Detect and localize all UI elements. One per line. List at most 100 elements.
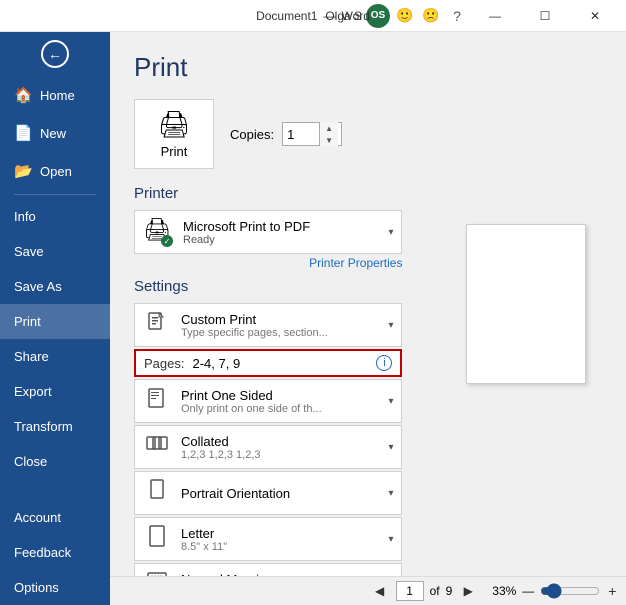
- settings-row-margins[interactable]: Normal Margins Top: 0.98" Bottom: 0.98" …: [134, 563, 402, 576]
- main-layout: ← 🏠 Home 📄 New 📂 Open Info Save Save As …: [0, 32, 626, 605]
- page-of-label: of: [430, 584, 440, 598]
- print-sided-sub: Only print on one side of th...: [181, 403, 378, 415]
- minimize-button[interactable]: —: [472, 0, 518, 32]
- sidebar-item-options[interactable]: Options: [0, 570, 110, 605]
- pages-label: Pages:: [144, 356, 184, 371]
- collated-icon: [143, 432, 171, 462]
- emoji-smile-icon[interactable]: 🙂: [394, 5, 416, 27]
- sidebar-label-new: New: [40, 126, 66, 141]
- custom-print-text: Custom Print Type specific pages, sectio…: [181, 312, 378, 339]
- sidebar-item-print[interactable]: Print: [0, 304, 110, 339]
- custom-print-dropdown[interactable]: ▾: [388, 320, 393, 331]
- print-sided-dropdown[interactable]: ▾: [388, 396, 393, 407]
- orientation-icon: [143, 478, 171, 508]
- total-pages: 9: [446, 584, 453, 598]
- copies-increment[interactable]: ▲: [320, 122, 338, 134]
- sidebar: ← 🏠 Home 📄 New 📂 Open Info Save Save As …: [0, 32, 110, 605]
- paper-size-icon: [143, 524, 171, 554]
- print-sided-text: Print One Sided Only print on one side o…: [181, 388, 378, 415]
- page-title: Print: [134, 52, 402, 83]
- printer-properties-link[interactable]: Printer Properties: [134, 256, 402, 270]
- sidebar-label-home: Home: [40, 88, 75, 103]
- content-area: Print 🖨 Print Copies: ▲ ▼: [110, 32, 426, 576]
- settings-row-collated[interactable]: Collated 1,2,3 1,2,3 1,2,3 ▾: [134, 425, 402, 469]
- printer-check-badge: ✓: [161, 235, 173, 247]
- printer-section-label: Printer: [134, 185, 402, 202]
- sidebar-item-close[interactable]: Close: [0, 444, 110, 479]
- sidebar-item-transform[interactable]: Transform: [0, 409, 110, 444]
- sidebar-item-home[interactable]: 🏠 Home: [0, 76, 110, 114]
- back-button[interactable]: ←: [0, 32, 110, 76]
- right-panel: Print 🖨 Print Copies: ▲ ▼: [110, 32, 626, 605]
- copies-area: Copies: ▲ ▼: [230, 122, 342, 146]
- settings-row-print-sided[interactable]: Print One Sided Only print on one side o…: [134, 379, 402, 423]
- pages-input[interactable]: [192, 356, 368, 371]
- sidebar-item-save[interactable]: Save: [0, 234, 110, 269]
- paper-size-main: Letter: [181, 526, 378, 541]
- settings-row-custom-print[interactable]: Custom Print Type specific pages, sectio…: [134, 303, 402, 347]
- printer-dropdown-arrow[interactable]: ▾: [388, 227, 393, 238]
- home-icon: 🏠: [14, 86, 32, 104]
- emoji-frown-icon[interactable]: 🙁: [420, 5, 442, 27]
- custom-print-icon: [143, 310, 171, 340]
- prev-page-button[interactable]: ◀: [370, 581, 390, 601]
- printer-icon: 🖨: [157, 109, 190, 140]
- zoom-level: 33%: [492, 584, 516, 598]
- printer-name: Microsoft Print to PDF: [183, 219, 378, 234]
- next-page-button[interactable]: ▶: [458, 581, 478, 601]
- sidebar-item-open[interactable]: 📂 Open: [0, 152, 110, 190]
- maximize-button[interactable]: ☐: [522, 0, 568, 32]
- sidebar-item-export[interactable]: Export: [0, 374, 110, 409]
- orientation-main: Portrait Orientation: [181, 486, 378, 501]
- settings-row-paper-size[interactable]: Letter 8.5" x 11" ▾: [134, 517, 402, 561]
- print-button[interactable]: 🖨 Print: [134, 99, 214, 169]
- close-button[interactable]: ✕: [572, 0, 618, 32]
- pages-info-icon[interactable]: i: [376, 355, 392, 371]
- custom-print-main: Custom Print: [181, 312, 378, 327]
- orientation-text: Portrait Orientation: [181, 486, 378, 501]
- content-and-preview: Print 🖨 Print Copies: ▲ ▼: [110, 32, 626, 576]
- sidebar-label-print: Print: [14, 314, 41, 329]
- sidebar-label-save-as: Save As: [14, 279, 62, 294]
- settings-section-label: Settings: [134, 278, 402, 295]
- copies-input-wrapper: ▲ ▼: [282, 122, 342, 146]
- paper-size-sub: 8.5" x 11": [181, 541, 378, 553]
- print-top: 🖨 Print Copies: ▲ ▼: [134, 99, 402, 169]
- title-separator: —: [323, 9, 335, 23]
- copies-spinners: ▲ ▼: [319, 122, 338, 146]
- collated-dropdown[interactable]: ▾: [388, 442, 393, 453]
- sidebar-label-share: Share: [14, 349, 49, 364]
- settings-row-orientation[interactable]: Portrait Orientation ▾: [134, 471, 402, 515]
- preview-area: [426, 32, 626, 576]
- sidebar-item-feedback[interactable]: Feedback: [0, 535, 110, 570]
- sidebar-item-new[interactable]: 📄 New: [0, 114, 110, 152]
- print-btn-label: Print: [161, 144, 188, 159]
- copies-decrement[interactable]: ▼: [320, 134, 338, 146]
- back-circle-icon: ←: [41, 40, 69, 68]
- collated-text: Collated 1,2,3 1,2,3 1,2,3: [181, 434, 378, 461]
- paper-size-dropdown[interactable]: ▾: [388, 534, 393, 545]
- zoom-in-button[interactable]: +: [606, 583, 618, 599]
- help-icon[interactable]: ?: [446, 5, 468, 27]
- title-bar: Document1 — Word Olga S OS 🙂 🙁 ? — ☐ ✕: [0, 0, 626, 32]
- printer-row[interactable]: 🖨 ✓ Microsoft Print to PDF Ready ▾: [134, 210, 402, 254]
- print-sided-main: Print One Sided: [181, 388, 378, 403]
- current-page-input[interactable]: [396, 581, 424, 601]
- sidebar-label-info: Info: [14, 209, 36, 224]
- sidebar-divider-1: [14, 194, 96, 195]
- sidebar-label-save: Save: [14, 244, 44, 259]
- preview-nav: ◀ of 9 ▶ 33% — +: [110, 576, 626, 605]
- sidebar-item-account[interactable]: Account: [0, 500, 110, 535]
- sidebar-label-close: Close: [14, 454, 47, 469]
- sidebar-item-share[interactable]: Share: [0, 339, 110, 374]
- zoom-slider[interactable]: [540, 583, 600, 599]
- orientation-dropdown[interactable]: ▾: [388, 488, 393, 499]
- sidebar-item-save-as[interactable]: Save As: [0, 269, 110, 304]
- sidebar-item-info[interactable]: Info: [0, 199, 110, 234]
- paper-size-text: Letter 8.5" x 11": [181, 526, 378, 553]
- sidebar-label-account: Account: [14, 510, 61, 525]
- copies-label: Copies:: [230, 127, 274, 142]
- copies-input[interactable]: [287, 127, 319, 142]
- custom-print-sub: Type specific pages, section...: [181, 327, 378, 339]
- title-bar-center: Document1 — Word: [256, 9, 370, 23]
